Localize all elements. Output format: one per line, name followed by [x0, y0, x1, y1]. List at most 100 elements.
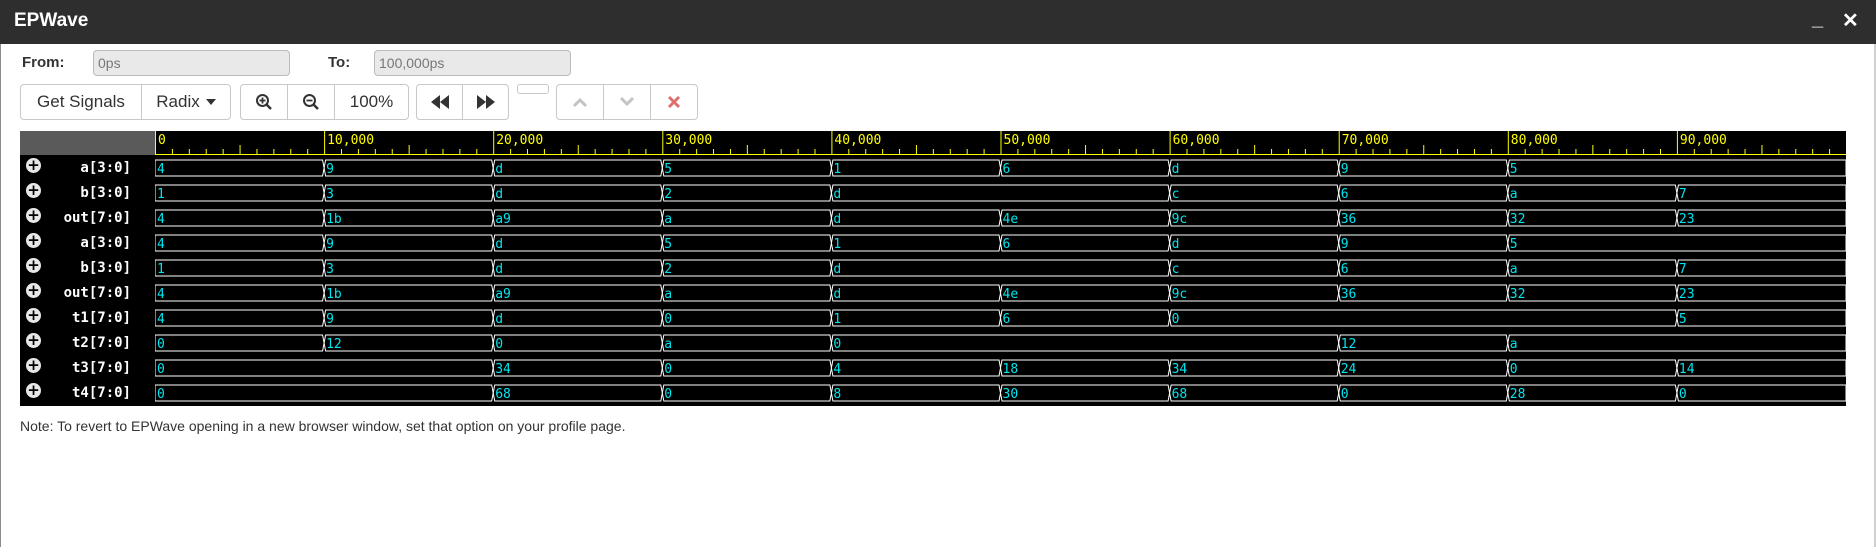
bus-segment [1676, 359, 1846, 377]
from-input[interactable] [93, 50, 290, 76]
expand-icon[interactable]: + [26, 358, 41, 373]
expand-icon[interactable]: + [26, 208, 41, 223]
signal-name[interactable]: t3[7:0] [72, 360, 131, 376]
zoom-level-button[interactable]: 100% [334, 84, 409, 120]
signal-row[interactable]: + b[3:0] [20, 180, 155, 205]
bus-segment [155, 309, 325, 327]
remove-signal-button[interactable] [650, 84, 698, 120]
expand-icon[interactable]: + [26, 258, 41, 273]
bus-value: 5 [1679, 312, 1687, 327]
bus-segment [661, 359, 832, 377]
minimize-icon[interactable]: _ [1812, 8, 1823, 31]
bus-value: 34 [495, 362, 511, 377]
signal-name[interactable]: a[3:0] [80, 160, 131, 176]
bus-segment [155, 159, 325, 177]
signal-waveforms[interactable]: 4 9 d 5 1 6 d 9 51 3 d 2 d c 6 a 74 1b a9 a d 4e 9c 36 32 234 9 d 5 1… [155, 155, 1846, 406]
bus-value: 0 [495, 337, 503, 352]
signal-waveform[interactable]: 0 12 0 a 0 12 a [155, 334, 1846, 352]
signal-name[interactable]: a[3:0] [80, 235, 131, 251]
bus-segment [1507, 184, 1678, 202]
bus-segment [1507, 384, 1678, 402]
expand-icon[interactable]: + [26, 308, 41, 323]
signal-name[interactable]: t4[7:0] [72, 385, 131, 401]
expand-icon[interactable]: + [26, 158, 41, 173]
signal-waveform[interactable]: 4 9 d 5 1 6 d 9 5 [155, 159, 1846, 177]
expand-icon[interactable]: + [26, 283, 41, 298]
expand-icon[interactable]: + [26, 233, 41, 248]
next-transition-button[interactable] [462, 84, 509, 120]
signal-row[interactable]: + out[7:0] [20, 280, 155, 305]
bus-value: a9 [495, 212, 511, 227]
blank-button[interactable] [517, 84, 549, 94]
move-down-button[interactable] [603, 84, 651, 120]
bus-value: 28 [1510, 387, 1526, 402]
bus-segment [492, 284, 663, 302]
bus-segment [155, 359, 494, 377]
get-signals-button[interactable]: Get Signals [20, 84, 142, 120]
expand-icon[interactable]: + [26, 383, 41, 398]
signal-row[interactable]: + t1[7:0] [20, 305, 155, 330]
bus-segment [830, 234, 1002, 252]
bus-segment [1676, 184, 1846, 202]
bus-value: d [833, 212, 841, 227]
signal-row[interactable]: + a[3:0] [20, 155, 155, 180]
bus-segment [323, 209, 494, 227]
signal-name[interactable]: out[7:0] [64, 210, 131, 226]
zoom-in-icon [256, 94, 272, 110]
bus-segment [1338, 234, 1509, 252]
bus-value: 9 [1341, 237, 1349, 252]
bus-value: d [495, 262, 503, 277]
bus-segment [492, 234, 663, 252]
bus-segment [492, 384, 663, 402]
bus-value: 5 [1510, 162, 1518, 177]
bus-segment [999, 309, 1171, 327]
signal-name[interactable]: b[3:0] [80, 260, 131, 276]
bus-segment [999, 209, 1171, 227]
bus-segment [1507, 359, 1678, 377]
signal-waveform[interactable]: 4 9 d 0 1 6 0 5 [155, 309, 1846, 327]
bus-segment [155, 284, 325, 302]
signal-waveform[interactable]: 1 3 d 2 d c 6 a 7 [155, 259, 1846, 277]
bus-segment [830, 209, 1002, 227]
bus-value: d [495, 312, 503, 327]
radix-dropdown[interactable]: Radix [141, 84, 231, 120]
expand-icon[interactable]: + [26, 333, 41, 348]
move-up-button[interactable] [556, 84, 604, 120]
signal-waveform[interactable]: 4 1b a9 a d 4e 9c 36 32 23 [155, 284, 1846, 302]
bus-value: 4 [157, 212, 165, 227]
bus-segment [1169, 284, 1340, 302]
zoom-in-button[interactable] [240, 84, 288, 120]
bus-segment [661, 234, 832, 252]
bus-value: 4e [1003, 212, 1019, 227]
signal-row[interactable]: + out[7:0] [20, 205, 155, 230]
ruler-label: 30,000 [665, 133, 712, 148]
signal-waveform[interactable]: 0 34 0 4 18 34 24 0 14 [155, 359, 1846, 377]
bus-value: 3 [326, 187, 334, 202]
bus-segment [830, 159, 1002, 177]
bus-value: 32 [1510, 287, 1526, 302]
signal-row[interactable]: + a[3:0] [20, 230, 155, 255]
zoom-out-button[interactable] [287, 84, 335, 120]
bus-segment [1169, 259, 1340, 277]
signal-row[interactable]: + t2[7:0] [20, 330, 155, 355]
close-window-icon[interactable]: ✕ [1842, 8, 1859, 33]
signal-name[interactable]: b[3:0] [80, 185, 131, 201]
signal-waveform[interactable]: 0 68 0 8 30 68 0 28 0 [155, 384, 1846, 402]
signal-name-panel: + a[3:0] + b[3:0] + out[7:0] + a[3:0] + b[3:0] + ou… [20, 155, 155, 406]
chevron-up-icon [572, 97, 588, 107]
signal-waveform[interactable]: 1 3 d 2 d c 6 a 7 [155, 184, 1846, 202]
expand-icon[interactable]: + [26, 183, 41, 198]
waveform-viewer[interactable]: 0 10,000 20,000 30,000 40,000 50,000 60,000 70,… [20, 131, 1846, 406]
signal-name[interactable]: out[7:0] [64, 285, 131, 301]
signal-name[interactable]: t2[7:0] [72, 335, 131, 351]
signal-waveform[interactable]: 4 1b a9 a d 4e 9c 36 32 23 [155, 209, 1846, 227]
signal-row[interactable]: + t4[7:0] [20, 380, 155, 405]
signal-row[interactable]: + t3[7:0] [20, 355, 155, 380]
bus-segment [1507, 284, 1678, 302]
signal-row[interactable]: + b[3:0] [20, 255, 155, 280]
signal-name[interactable]: t1[7:0] [72, 310, 131, 326]
signal-waveform[interactable]: 4 9 d 5 1 6 d 9 5 [155, 234, 1846, 252]
prev-transition-button[interactable] [416, 84, 463, 120]
bus-value: 0 [1172, 312, 1180, 327]
to-input[interactable] [374, 50, 571, 76]
